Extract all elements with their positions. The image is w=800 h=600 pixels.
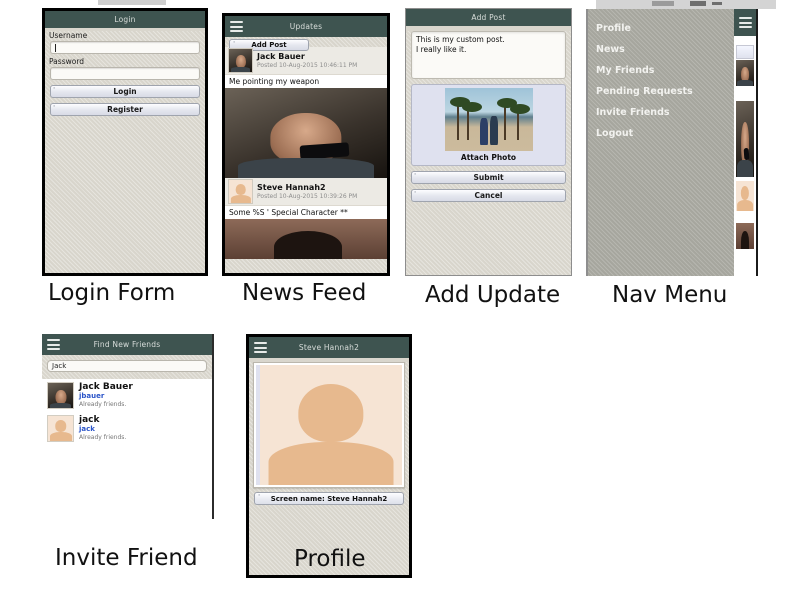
- caption-profile: Profile: [294, 546, 366, 572]
- invite-friend-screen: Find New Friends Jack Jack Bauer jbauer …: [42, 334, 214, 519]
- news-feed-body: Add Post Jack Bauer Posted 10-Aug-2015 1…: [225, 37, 387, 273]
- nav-item-pending-requests[interactable]: Pending Requests: [588, 81, 734, 102]
- caption-news-feed: News Feed: [242, 280, 367, 306]
- login-body: Username Password Login Register: [45, 31, 205, 273]
- photo-avatar: [228, 48, 253, 73]
- default-person-avatar: [228, 179, 253, 204]
- login-title: Login: [114, 15, 136, 24]
- hamburger-icon[interactable]: [47, 339, 60, 350]
- login-button[interactable]: Login: [50, 85, 200, 98]
- invite-friend-appbar: Find New Friends: [42, 334, 212, 355]
- nav-item-my-friends[interactable]: My Friends: [588, 60, 734, 81]
- post-header[interactable]: Steve Hannah2 Posted 10-Aug-2015 10:39:2…: [225, 178, 387, 205]
- friend-username[interactable]: jack: [79, 425, 126, 434]
- friend-name: jack: [79, 415, 100, 425]
- default-person-avatar: [260, 365, 402, 485]
- add-update-appbar: Add Post: [406, 9, 571, 26]
- chrome-fragment: [712, 2, 722, 5]
- friend-status: Already friends.: [79, 401, 127, 408]
- post-text: Some %S ' Special Character **: [225, 205, 387, 219]
- add-update-screen: Add Post This is my custom post. I reall…: [405, 8, 572, 276]
- post-text: Me pointing my weapon: [225, 74, 387, 88]
- attach-photo-label: Attach Photo: [460, 153, 517, 162]
- nav-item-invite-friends[interactable]: Invite Friends: [588, 102, 734, 123]
- post-text-input[interactable]: This is my custom post. I really like it…: [411, 31, 566, 79]
- post-timestamp: Posted 10-Aug-2015 10:46:11 PM: [257, 61, 358, 69]
- chrome-fragment: [596, 0, 776, 9]
- nav-menu-screen: Profile News My Friends Pending Requests…: [586, 9, 758, 276]
- news-feed-screen: Updates Add Post Jack Bauer Posted 10-Au…: [222, 13, 390, 276]
- underlying-avatar: [736, 60, 754, 86]
- add-update-body: This is my custom post. I really like it…: [406, 31, 571, 275]
- nav-item-news[interactable]: News: [588, 39, 734, 60]
- post-timestamp: Posted 10-Aug-2015 10:39:26 PM: [257, 192, 358, 200]
- post-image[interactable]: [225, 219, 387, 259]
- profile-screen: Steve Hannah2 Screen name: Steve Hannah2: [246, 334, 412, 578]
- nav-item-logout[interactable]: Logout: [588, 123, 734, 144]
- text-caret: [55, 43, 56, 52]
- hamburger-icon[interactable]: [739, 17, 752, 28]
- attach-photo-control[interactable]: Attach Photo: [411, 84, 566, 166]
- profile-appbar: Steve Hannah2: [249, 337, 409, 358]
- list-item[interactable]: jack jack Already friends.: [42, 412, 212, 445]
- post-author: Jack Bauer: [257, 51, 305, 61]
- invite-friend-title: Find New Friends: [93, 340, 161, 349]
- friend-name: Jack Bauer: [79, 382, 133, 392]
- username-input[interactable]: [50, 41, 200, 54]
- screenshot-canvas: Login Username Password Login Register U…: [0, 0, 800, 600]
- underlying-button[interactable]: [736, 45, 754, 59]
- caption-invite-friend: Invite Friend: [55, 545, 198, 571]
- add-update-title: Add Post: [471, 13, 506, 22]
- profile-photo-frame[interactable]: [253, 362, 405, 488]
- caption-add-update: Add Update: [425, 282, 561, 308]
- password-input[interactable]: [50, 67, 200, 80]
- username-label: Username: [49, 31, 88, 40]
- underlying-appbar: [734, 9, 756, 36]
- nav-menu-underlying-screen: [734, 9, 756, 276]
- submit-button[interactable]: Submit: [411, 171, 566, 184]
- cancel-button[interactable]: Cancel: [411, 189, 566, 202]
- search-input[interactable]: Jack: [47, 360, 207, 372]
- screen-name-button[interactable]: Screen name: Steve Hannah2: [254, 492, 404, 505]
- chrome-fragment: [98, 0, 166, 5]
- password-label: Password: [49, 57, 85, 66]
- post-header[interactable]: Jack Bauer Posted 10-Aug-2015 10:46:11 P…: [225, 47, 387, 74]
- hamburger-icon[interactable]: [254, 342, 267, 353]
- hamburger-icon[interactable]: [230, 21, 243, 32]
- profile-title: Steve Hannah2: [298, 343, 360, 352]
- post-image[interactable]: [225, 88, 387, 178]
- nav-item-profile[interactable]: Profile: [588, 18, 734, 39]
- news-feed-appbar: Updates: [225, 16, 387, 37]
- caption-nav-menu: Nav Menu: [612, 282, 728, 308]
- register-button[interactable]: Register: [50, 103, 200, 116]
- chrome-fragment: [652, 1, 674, 6]
- caption-login-form: Login Form: [48, 280, 176, 306]
- post-author: Steve Hannah2: [257, 182, 326, 192]
- login-appbar: Login: [45, 11, 205, 28]
- underlying-post-image: [736, 101, 754, 177]
- news-feed-title: Updates: [289, 22, 323, 31]
- underlying-post-image: [736, 223, 754, 249]
- underlying-avatar: [736, 181, 754, 211]
- photo-avatar: [47, 382, 74, 409]
- chrome-fragment: [690, 1, 706, 6]
- attached-photo-thumbnail: [444, 88, 533, 151]
- friend-status: Already friends.: [79, 434, 127, 441]
- nav-drawer: Profile News My Friends Pending Requests…: [588, 9, 734, 276]
- invite-friend-body: Jack Jack Bauer jbauer Already friends. …: [42, 355, 212, 519]
- list-item[interactable]: Jack Bauer jbauer Already friends.: [42, 379, 212, 412]
- friend-username[interactable]: jbauer: [79, 392, 133, 401]
- login-form-screen: Login Username Password Login Register: [42, 8, 208, 276]
- default-person-avatar: [47, 415, 74, 442]
